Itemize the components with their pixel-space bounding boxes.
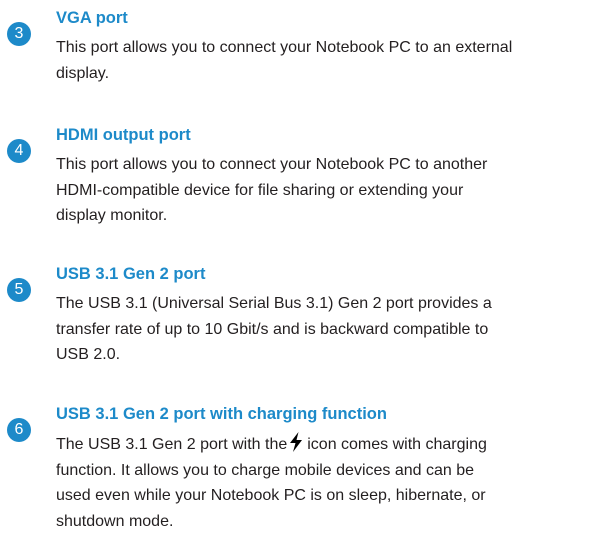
- description-line: display monitor.: [56, 207, 168, 224]
- section-description: The USB 3.1 Gen 2 port with the icon come…: [56, 432, 601, 534]
- section-description: This port allows you to connect your Not…: [56, 35, 601, 86]
- description-line: display.: [56, 64, 110, 82]
- description-line: The USB 3.1 (Universal Serial Bus 3.1) G…: [56, 295, 492, 312]
- description-text: icon comes with charging: [307, 436, 487, 453]
- description-line: USB 2.0.: [56, 346, 121, 363]
- description-line: The USB 3.1 Gen 2 port with the icon come…: [56, 432, 601, 458]
- number-badge: 6: [7, 418, 31, 442]
- section-title: USB 3.1 Gen 2 port with charging functio…: [56, 405, 387, 423]
- description-line: function. It allows you to charge mobile…: [56, 461, 475, 479]
- lightning-bolt-icon: [290, 432, 303, 452]
- description-line: This port allows you to connect your Not…: [56, 156, 488, 173]
- description-line: transfer rate of up to 10 Gbit/s and is …: [56, 320, 489, 338]
- description-line: shutdown mode.: [56, 512, 174, 530]
- number-badge: 3: [7, 22, 31, 46]
- description-line: This port allows you to connect your Not…: [56, 39, 513, 56]
- section-title: HDMI output port: [56, 126, 191, 144]
- section-title: USB 3.1 Gen 2 port: [56, 265, 206, 283]
- description-line: used even while your Notebook PC is on s…: [56, 487, 486, 504]
- section-description: This port allows you to connect your Not…: [56, 152, 601, 229]
- number-badge: 4: [7, 139, 31, 163]
- section-title: VGA port: [56, 9, 128, 27]
- section-description: The USB 3.1 (Universal Serial Bus 3.1) G…: [56, 291, 601, 368]
- description-line: HDMI-compatible device for file sharing …: [56, 181, 464, 199]
- description-text: The USB 3.1 Gen 2 port with the: [56, 436, 288, 453]
- number-badge: 5: [7, 278, 31, 302]
